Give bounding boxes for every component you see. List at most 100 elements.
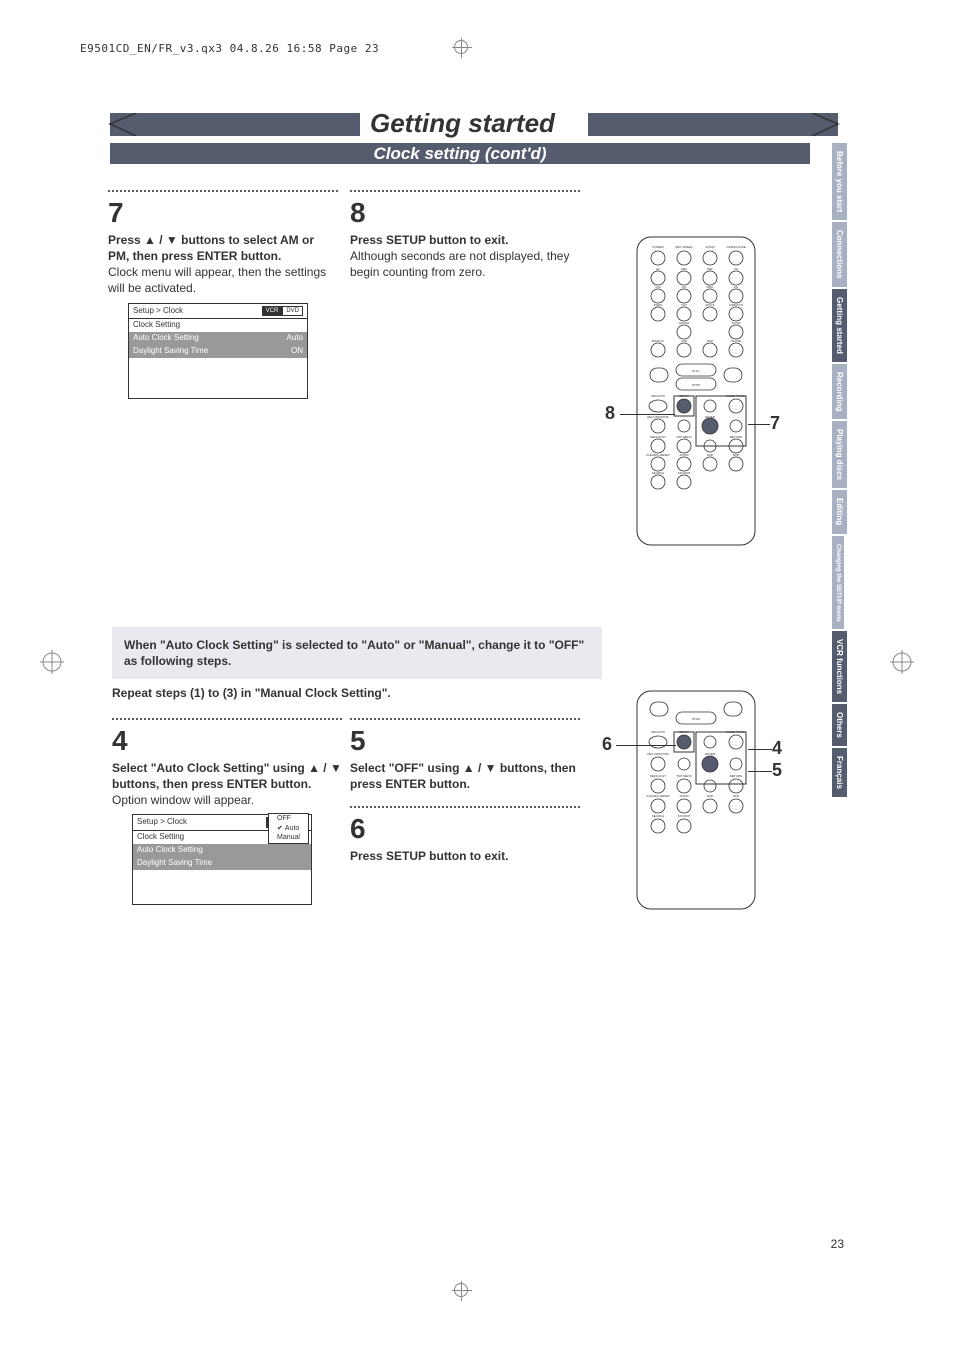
step-4: 4 Select "Auto Clock Setting" using ▲ / … [112,718,342,905]
step-number: 6 [350,810,580,848]
tab-francais: Français [832,748,847,797]
page-number: 23 [831,1237,844,1251]
svg-text:TUV: TUV [681,303,687,307]
svg-text:DVD: DVD [707,339,714,343]
callout-line [748,749,772,750]
svg-text:RETURN: RETURN [730,774,743,778]
osd-option: OFF [269,814,308,823]
svg-text:PLAY: PLAY [692,369,699,373]
svg-text:WXYZ: WXYZ [706,303,715,307]
step-heading: Select "OFF" using ▲ / ▼ buttons, then p… [350,760,580,792]
divider-dots-icon [350,806,580,808]
svg-text:RETURN: RETURN [730,435,743,439]
divider-dots-icon [350,718,580,720]
step-heading: Select "Auto Clock Setting" using ▲ / ▼ … [112,760,342,792]
divider-dots-icon [350,190,580,192]
step-heading: Press SETUP button to exit. [350,232,580,248]
svg-text:VCR: VCR [681,339,688,343]
osd-row-selected: Daylight Saving Time [133,857,311,870]
svg-text:AUDIO: AUDIO [705,245,715,249]
step-number: 5 [350,722,580,760]
tab-others: Others [832,704,847,746]
osd-row-selected: Daylight Saving TimeON [129,345,307,358]
osd-breadcrumb: Setup > Clock [133,306,183,317]
svg-text:CH: CH [734,285,738,289]
tab-connections: Connections [832,222,847,286]
step-number: 7 [108,194,338,232]
crop-mark-icon [40,650,64,674]
svg-text:CH: CH [734,267,738,271]
osd-mode-dvd: DVD [282,306,303,317]
svg-text:MNO: MNO [707,285,715,289]
note-box: When "Auto Clock Setting" is selected to… [112,627,602,679]
svg-text:MENU/LIST: MENU/LIST [650,774,666,778]
step-body: Clock menu will appear, then the setting… [108,264,338,296]
registration-mark-icon [452,38,472,58]
svg-text:REC/OTR: REC/OTR [651,394,665,398]
remote-control-illustration-partial: STOP REC/OTRSETUPTIMER PROG. REC MONITOR… [636,690,756,915]
svg-text:ZOOM: ZOOM [680,453,689,457]
banner-notch-right-icon [810,113,840,136]
svg-text:CM SKIP: CM SKIP [678,814,690,818]
svg-text:ENTER: ENTER [705,752,716,756]
step-body: Option window will appear. [112,792,342,808]
svg-text:REC MONITOR: REC MONITOR [647,415,669,419]
tab-playing-discs: Playing discs [832,421,847,488]
osd-option-popup: OFF Auto Manual [268,813,309,843]
tab-vcr-functions: VCR functions [832,631,847,702]
tab-before-you-start: Before you start [832,143,847,220]
divider-dots-icon [108,190,338,192]
svg-text:SKIP: SKIP [733,453,740,457]
svg-text:REC/OTR: REC/OTR [651,730,665,734]
print-header: E9501CD_EN/FR_v3.qx3 04.8.26 16:58 Page … [80,42,379,55]
svg-text:TOP MENU: TOP MENU [676,774,692,778]
svg-text:STOP: STOP [692,383,700,387]
step-8: 8 Press SETUP button to exit. Although s… [350,190,580,280]
svg-text:SPACE: SPACE [679,321,689,325]
tab-recording: Recording [832,364,847,420]
svg-text:POWER: POWER [652,245,664,249]
svg-text:@!: @! [656,267,660,271]
svg-text:SEARCH: SEARCH [652,471,665,475]
registration-mark-icon [452,1281,472,1301]
svg-text:ABC: ABC [681,267,688,271]
tab-getting-started: Getting started [832,289,847,362]
tab-editing: Editing [832,490,847,533]
divider-dots-icon [112,718,342,720]
step-heading: Press SETUP button to exit. [350,848,580,864]
svg-text:JKL: JKL [681,285,687,289]
tab-setup-menu: Changing the SETUP menu [832,536,844,630]
step-number: 4 [112,722,342,760]
osd-row-selected: Auto Clock Setting [133,844,311,857]
side-tabs: Before you start Connections Getting sta… [832,143,850,799]
remote-control-illustration: POWERREC SPEEDAUDIOOPEN/CLOSE @!ABCDEFCH… [636,236,756,551]
svg-text:SKIP: SKIP [733,794,740,798]
callout-line [616,745,676,746]
svg-text:DEF: DEF [707,267,713,271]
callout-5: 5 [772,760,782,781]
svg-text:GHI: GHI [655,285,661,289]
svg-text:OPEN/CLOSE: OPEN/CLOSE [726,245,746,249]
repeat-instruction: Repeat steps (1) to (3) in "Manual Clock… [112,686,391,700]
svg-text:REC MONITOR: REC MONITOR [647,752,669,756]
section-subtitle: Clock setting (cont'd) [110,143,810,164]
svg-text:CLEAR/C-RESET: CLEAR/C-RESET [646,453,670,457]
svg-text:PQRS: PQRS [654,303,663,307]
callout-line [748,424,770,425]
osd-option-checked: Auto [269,824,308,833]
svg-text:SKIP: SKIP [707,794,714,798]
svg-text:MENU/LIST: MENU/LIST [650,435,666,439]
step-7: 7 Press ▲ / ▼ buttons to select AM or PM… [108,190,338,399]
step-body: Although seconds are not displayed, they… [350,248,580,280]
svg-text:DISPLAY: DISPLAY [652,339,664,343]
step-heading: Press ▲ / ▼ buttons to select AM or PM, … [108,232,338,264]
svg-text:CLEAR/C-RESET: CLEAR/C-RESET [646,794,670,798]
crop-mark-icon [890,650,914,674]
svg-text:TOP MENU: TOP MENU [676,435,692,439]
svg-text:VIDEO/TV: VIDEO/TV [729,303,743,307]
banner: Getting started [110,113,838,141]
osd-clock-menu: Setup > Clock VCR DVD Clock Setting Auto… [128,303,308,399]
banner-notch-left-icon [108,113,138,136]
svg-text:CM SKIP: CM SKIP [678,471,690,475]
osd-clock-menu-popup: Setup > Clock VCR DVD Clock Setting Auto… [132,814,312,904]
